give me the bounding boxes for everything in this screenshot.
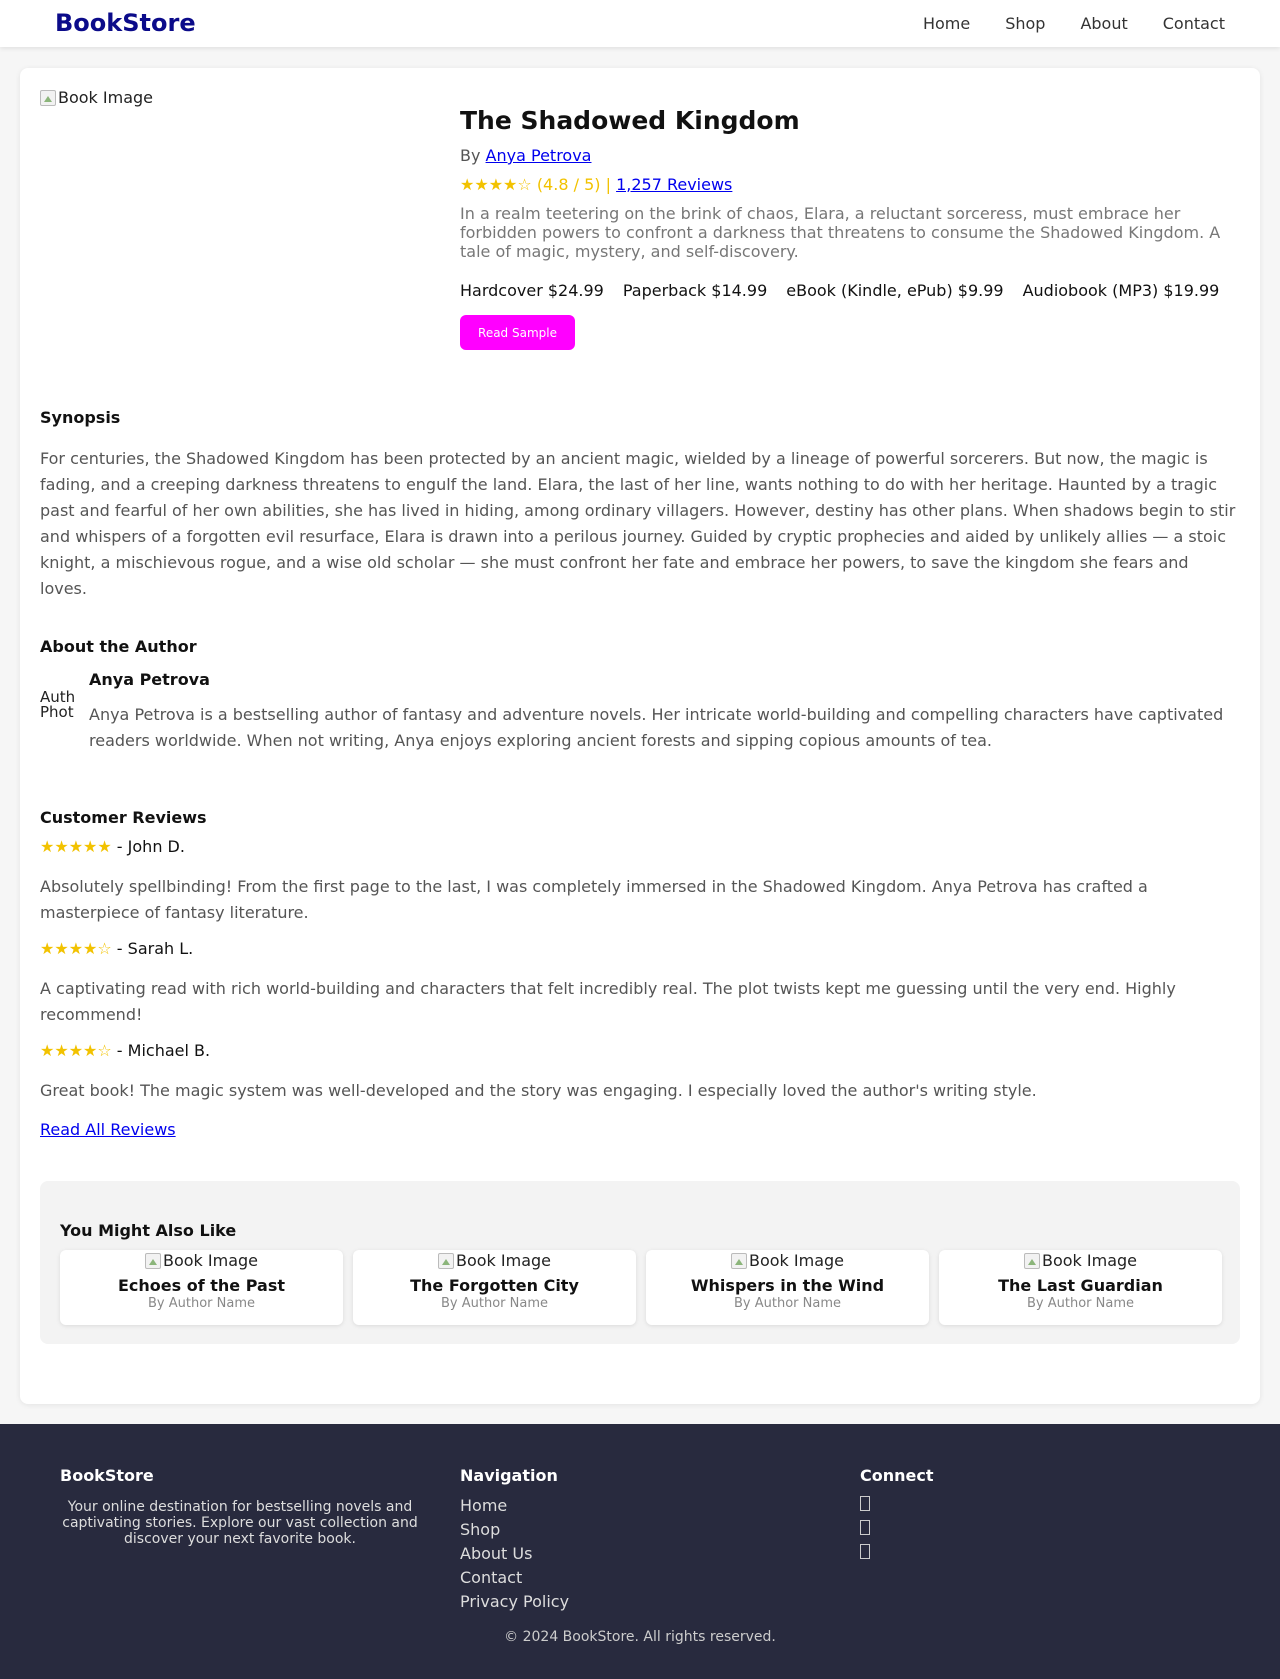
footer-connect-heading: Connect: [860, 1466, 934, 1485]
book-rating: ★★★★☆ (4.8 / 5) | 1,257 Reviews: [460, 175, 732, 194]
review-header: ★★★★☆ - Michael B.: [40, 1041, 210, 1060]
recommended-book-card[interactable]: Book Image The Forgotten City By Author …: [353, 1250, 636, 1325]
review-header: ★★★★★ - John D.: [40, 837, 185, 856]
format-audiobook[interactable]: Audiobook (MP3) $19.99: [1023, 281, 1220, 300]
broken-image-icon: [730, 1252, 747, 1269]
format-ebook[interactable]: eBook (Kindle, ePub) $9.99: [786, 281, 1003, 300]
nav-home[interactable]: Home: [923, 14, 970, 33]
recommended-book-title: The Forgotten City: [410, 1276, 579, 1295]
author-bio: Anya Petrova is a bestselling author of …: [89, 705, 1224, 750]
recommended-book-author: By Author Name: [1027, 1296, 1134, 1311]
copyright-text: © 2024 BookStore. All rights reserved.: [504, 1629, 776, 1645]
book-description: In a realm teetering on the brink of cha…: [460, 204, 1221, 261]
recommended-book-image: Book Image: [60, 1251, 343, 1270]
footer-about-text: Your online destination for bestselling …: [62, 1499, 418, 1547]
format-hardcover[interactable]: Hardcover $24.99: [460, 281, 604, 300]
footer-about-heading: BookStore: [60, 1466, 154, 1485]
format-list: Hardcover $24.99 Paperback $14.99 eBook …: [460, 281, 1238, 300]
nav-contact[interactable]: Contact: [1163, 14, 1225, 33]
social-link-icon[interactable]: [860, 1520, 870, 1535]
broken-image-icon: [437, 1252, 454, 1269]
author-photo: Author Photo: [40, 690, 74, 721]
nav-shop[interactable]: Shop: [1005, 14, 1045, 33]
recommended-book-image: Book Image: [939, 1251, 1222, 1270]
book-detail-card: Book Image The Shadowed Kingdom By Anya …: [20, 68, 1260, 1404]
social-link-icon[interactable]: [860, 1544, 870, 1559]
author-link[interactable]: Anya Petrova: [486, 146, 592, 165]
review-stars: ★★★★☆: [40, 939, 112, 958]
broken-image-icon: [1023, 1252, 1040, 1269]
format-paperback[interactable]: Paperback $14.99: [623, 281, 767, 300]
social-links: [860, 1496, 870, 1568]
recommended-book-image: Book Image: [353, 1251, 636, 1270]
social-link-icon[interactable]: [860, 1496, 870, 1511]
recommended-book-image: Book Image: [646, 1251, 929, 1270]
book-title: The Shadowed Kingdom: [460, 106, 800, 135]
recommended-book-author: By Author Name: [148, 1296, 255, 1311]
recommended-book-image-alt: Book Image: [748, 1251, 844, 1270]
recommended-book-image-alt: Book Image: [455, 1251, 551, 1270]
reviewer-name: - Michael B.: [111, 1041, 211, 1060]
reviewer-name: - Sarah L.: [111, 939, 194, 958]
recommended-book-title: Whispers in the Wind: [690, 1276, 885, 1295]
recommended-book-image-alt: Book Image: [1041, 1251, 1137, 1270]
book-cover-image: Book Image: [40, 88, 153, 107]
review-stars: ★★★★☆: [40, 1041, 112, 1060]
rating-stars: ★★★★☆: [460, 175, 532, 194]
also-like-section: You Might Also Like Book Image Echoes of…: [40, 1181, 1240, 1344]
about-author-heading: About the Author: [40, 637, 197, 656]
site-header: BookStore Home Shop About Contact: [0, 0, 1280, 47]
footer-link-home[interactable]: Home: [460, 1494, 569, 1518]
review-header: ★★★★☆ - Sarah L.: [40, 939, 193, 958]
footer-link-shop[interactable]: Shop: [460, 1518, 569, 1542]
reviews-count-link[interactable]: 1,257 Reviews: [616, 175, 732, 194]
review-text: A captivating read with rich world-build…: [40, 979, 1176, 1024]
also-like-heading: You Might Also Like: [60, 1221, 237, 1240]
recommended-book-card[interactable]: Book Image The Last Guardian By Author N…: [939, 1250, 1222, 1325]
book-byline: By Anya Petrova: [460, 146, 591, 165]
site-logo[interactable]: BookStore: [55, 9, 196, 37]
footer-nav-heading: Navigation: [460, 1466, 558, 1485]
site-footer: BookStore Your online destination for be…: [0, 1424, 1280, 1679]
rating-score: (4.8 / 5) |: [536, 175, 611, 194]
recommended-book-title: The Last Guardian: [998, 1276, 1163, 1295]
recommended-book-image-alt: Book Image: [162, 1251, 258, 1270]
reviews-heading: Customer Reviews: [40, 808, 207, 827]
book-cover-alt: Book Image: [58, 88, 154, 107]
nav-about[interactable]: About: [1080, 14, 1127, 33]
synopsis-heading: Synopsis: [40, 408, 121, 427]
broken-image-icon: [40, 89, 56, 106]
footer-nav: Home Shop About Us Contact Privacy Polic…: [460, 1494, 569, 1614]
review-stars: ★★★★★: [40, 837, 112, 856]
main-nav: Home Shop About Contact: [888, 14, 1225, 33]
footer-link-about-us[interactable]: About Us: [460, 1542, 569, 1566]
recommended-book-card[interactable]: Book Image Whispers in the Wind By Autho…: [646, 1250, 929, 1325]
review-text: Great book! The magic system was well-de…: [40, 1081, 1037, 1100]
footer-link-contact[interactable]: Contact: [460, 1566, 569, 1590]
read-all-reviews-link[interactable]: Read All Reviews: [40, 1120, 176, 1139]
synopsis-text: For centuries, the Shadowed Kingdom has …: [40, 449, 1236, 598]
read-sample-button[interactable]: Read Sample: [460, 315, 575, 350]
recommended-book-card[interactable]: Book Image Echoes of the Past By Author …: [60, 1250, 343, 1325]
footer-link-privacy-policy[interactable]: Privacy Policy: [460, 1590, 569, 1614]
recommended-book-author: By Author Name: [441, 1296, 548, 1311]
author-name: Anya Petrova: [89, 670, 210, 689]
review-text: Absolutely spellbinding! From the first …: [40, 877, 1148, 922]
byline-prefix: By: [460, 146, 481, 165]
recommended-book-title: Echoes of the Past: [118, 1276, 285, 1295]
recommended-book-author: By Author Name: [734, 1296, 841, 1311]
broken-image-icon: [144, 1252, 161, 1269]
reviewer-name: - John D.: [111, 837, 185, 856]
